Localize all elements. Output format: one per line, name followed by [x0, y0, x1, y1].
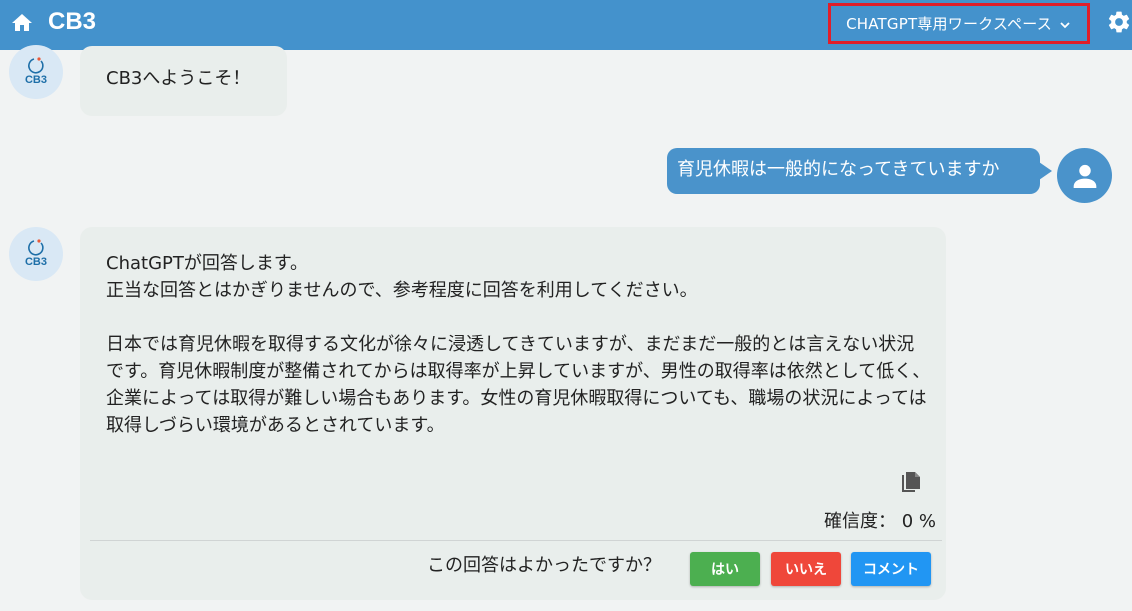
bot-avatar: CB3 [9, 227, 63, 281]
app-title: CB3 [48, 8, 97, 35]
no-button[interactable]: いいえ [771, 552, 841, 586]
greeting-bubble: CB3へようこそ！ [80, 46, 287, 116]
yes-button[interactable]: はい [690, 552, 760, 586]
feedback-question: この回答はよかったですか？ [427, 555, 661, 576]
workspace-select[interactable]: CHATGPT専用ワークスペース [828, 3, 1090, 44]
app-header: CB3 CHATGPT専用ワークスペース [0, 0, 1132, 50]
workspace-label: CHATGPT専用ワークスペース [846, 15, 1052, 33]
gear-icon[interactable] [1106, 9, 1132, 35]
bot-logo-text: CB3 [24, 74, 47, 86]
logo-ring-icon [28, 57, 44, 74]
user-message-bubble: 育児休暇は一般的になってきていますか [667, 148, 1052, 194]
copy-icon[interactable] [899, 470, 923, 496]
answer-text: ChatGPTが回答します。 正当な回答とはかぎりませんので、参考程度に回答を利… [106, 253, 931, 436]
home-icon[interactable] [10, 11, 34, 35]
logo-ring-icon [28, 239, 44, 256]
bot-logo-text: CB3 [24, 256, 47, 268]
answer-bubble: ChatGPTが回答します。 正当な回答とはかぎりませんので、参考程度に回答を利… [80, 227, 946, 600]
chevron-down-icon [1058, 17, 1072, 31]
comment-button[interactable]: コメント [851, 552, 931, 586]
greeting-text: CB3へようこそ！ [106, 68, 251, 89]
bot-avatar: CB3 [9, 45, 63, 99]
divider [90, 540, 942, 541]
confidence-score: 確信度： 0 % [824, 511, 936, 532]
user-message-text: 育児休暇は一般的になってきていますか [677, 159, 1000, 180]
user-avatar [1057, 148, 1112, 203]
user-icon [1073, 164, 1096, 188]
